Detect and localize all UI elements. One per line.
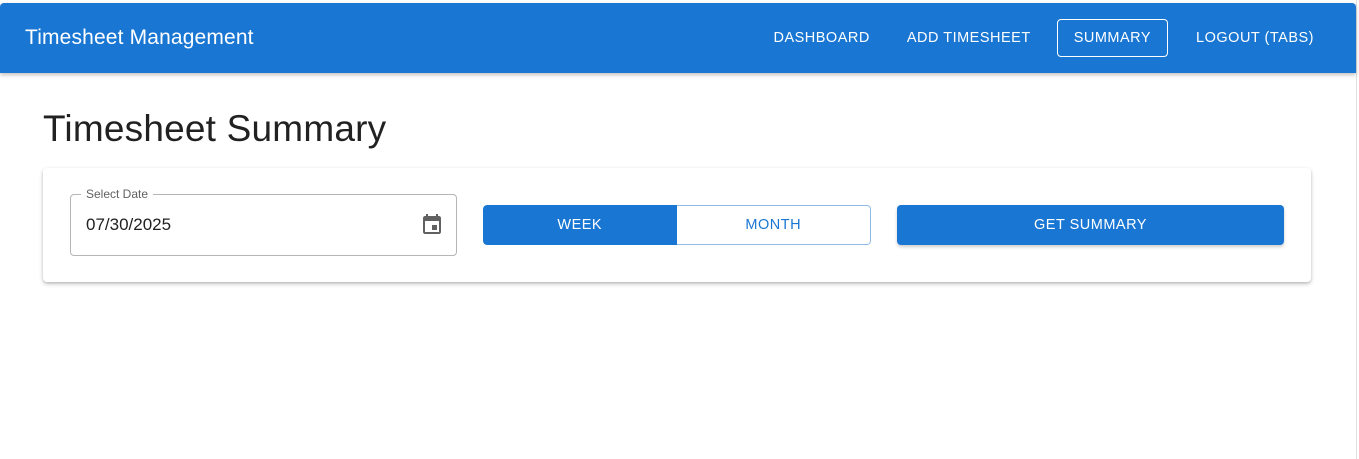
nav-dashboard-button[interactable]: DASHBOARD [755, 19, 887, 57]
period-month-toggle[interactable]: MONTH [676, 205, 871, 245]
date-field-value[interactable]: 07/30/2025 [86, 215, 171, 235]
main-nav: DASHBOARD ADD TIMESHEET SUMMARY LOGOUT (… [754, 19, 1332, 57]
calendar-icon[interactable] [420, 213, 444, 237]
app-title: Timesheet Management [25, 26, 254, 49]
get-summary-button[interactable]: GET SUMMARY [897, 205, 1284, 245]
nav-summary-button[interactable]: SUMMARY [1056, 19, 1169, 57]
period-week-toggle[interactable]: WEEK [483, 205, 677, 245]
date-field[interactable]: Select Date 07/30/2025 [70, 187, 457, 256]
summary-filter-card: Select Date 07/30/2025 WEEK MONTH GET SU… [43, 168, 1311, 282]
page-title: Timesheet Summary [43, 108, 387, 149]
date-field-label: Select Date [81, 187, 154, 201]
app-window: Timesheet Management DASHBOARD ADD TIMES… [0, 0, 1357, 459]
period-toggle-group: WEEK MONTH [483, 205, 871, 245]
nav-add-timesheet-button[interactable]: ADD TIMESHEET [889, 19, 1049, 57]
app-bar: Timesheet Management DASHBOARD ADD TIMES… [0, 3, 1356, 73]
nav-logout-button[interactable]: LOGOUT (TABS) [1178, 19, 1332, 57]
